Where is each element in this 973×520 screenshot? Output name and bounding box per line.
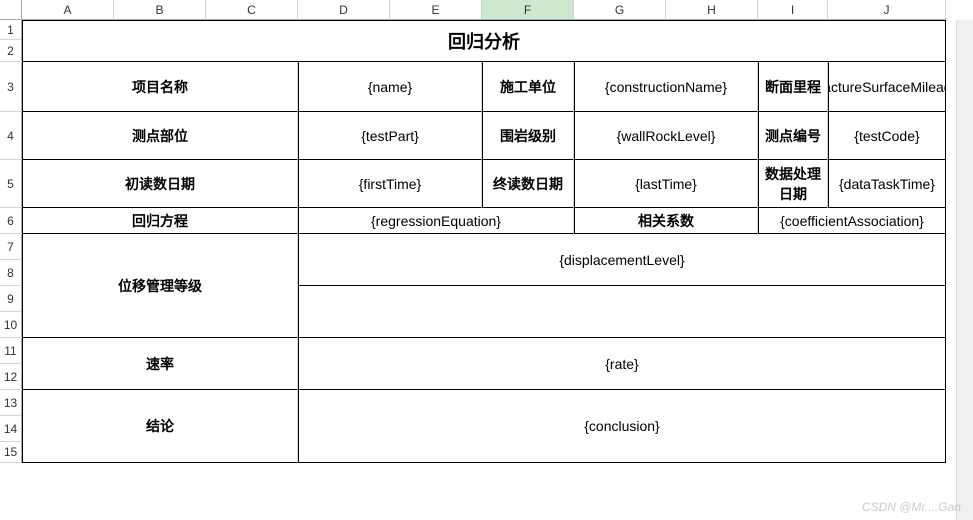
value-data-task-time[interactable]: {dataTaskTime}: [828, 160, 946, 208]
label-construction-unit[interactable]: 施工单位: [482, 62, 574, 112]
row-header-13[interactable]: 13: [0, 390, 22, 416]
vertical-scrollbar[interactable]: [956, 20, 973, 520]
value-fracture-mileage[interactable]: {fractureSurfaceMileage}: [828, 62, 946, 112]
label-rate[interactable]: 速率: [22, 338, 298, 390]
row-header-6[interactable]: 6: [0, 208, 22, 234]
row-header-10[interactable]: 10: [0, 312, 22, 338]
col-header-D[interactable]: D: [298, 0, 390, 20]
title-cell[interactable]: 回归分析: [22, 20, 946, 62]
spreadsheet-grid[interactable]: A B C D E F G H I J 1 2 3 4 5 6 7 8 9 10…: [0, 0, 973, 463]
value-first-time[interactable]: {firstTime}: [298, 160, 482, 208]
label-project-name[interactable]: 项目名称: [22, 62, 298, 112]
row-header-3[interactable]: 3: [0, 62, 22, 112]
label-section-mileage[interactable]: 断面里程: [758, 62, 828, 112]
value-test-part[interactable]: {testPart}: [298, 112, 482, 160]
value-coefficient-association[interactable]: {coefficientAssociation}: [758, 208, 946, 234]
label-wall-rock-level[interactable]: 围岩级别: [482, 112, 574, 160]
col-header-C[interactable]: C: [206, 0, 298, 20]
label-test-code[interactable]: 测点编号: [758, 112, 828, 160]
row-header-8[interactable]: 8: [0, 260, 22, 286]
col-header-J[interactable]: J: [828, 0, 946, 20]
watermark: CSDN @Mr....Gan: [862, 500, 961, 514]
row-header-14[interactable]: 14: [0, 416, 22, 442]
col-header-E[interactable]: E: [390, 0, 482, 20]
label-displacement-level[interactable]: 位移管理等级: [22, 234, 298, 338]
value-conclusion[interactable]: {conclusion}: [298, 390, 946, 463]
row-header-2[interactable]: 2: [0, 40, 22, 62]
col-header-H[interactable]: H: [666, 0, 758, 20]
row-header-5[interactable]: 5: [0, 160, 22, 208]
label-last-time[interactable]: 终读数日期: [482, 160, 574, 208]
label-first-time[interactable]: 初读数日期: [22, 160, 298, 208]
row-header-15[interactable]: 15: [0, 442, 22, 463]
row-header-12[interactable]: 12: [0, 364, 22, 390]
col-header-F[interactable]: F: [482, 0, 574, 20]
label-test-part[interactable]: 测点部位: [22, 112, 298, 160]
row-header-1[interactable]: 1: [0, 20, 22, 40]
value-last-time[interactable]: {lastTime}: [574, 160, 758, 208]
row-header-9[interactable]: 9: [0, 286, 22, 312]
value-regression-equation[interactable]: {regressionEquation}: [298, 208, 574, 234]
col-header-G[interactable]: G: [574, 0, 666, 20]
select-all-corner[interactable]: [0, 0, 22, 20]
col-header-B[interactable]: B: [114, 0, 206, 20]
value-displacement-level-2[interactable]: [298, 286, 946, 338]
value-test-code[interactable]: {testCode}: [828, 112, 946, 160]
label-coefficient-association[interactable]: 相关系数: [574, 208, 758, 234]
value-displacement-level[interactable]: {displacementLevel}: [298, 234, 946, 286]
row-header-11[interactable]: 11: [0, 338, 22, 364]
col-header-A[interactable]: A: [22, 0, 114, 20]
row-header-7[interactable]: 7: [0, 234, 22, 260]
value-rate[interactable]: {rate}: [298, 338, 946, 390]
value-name[interactable]: {name}: [298, 62, 482, 112]
value-construction-name[interactable]: {constructionName}: [574, 62, 758, 112]
label-data-task-time[interactable]: 数据处理日期: [758, 160, 828, 208]
value-wall-rock-level[interactable]: {wallRockLevel}: [574, 112, 758, 160]
label-conclusion[interactable]: 结论: [22, 390, 298, 463]
label-regression-equation[interactable]: 回归方程: [22, 208, 298, 234]
col-header-I[interactable]: I: [758, 0, 828, 20]
row-header-4[interactable]: 4: [0, 112, 22, 160]
